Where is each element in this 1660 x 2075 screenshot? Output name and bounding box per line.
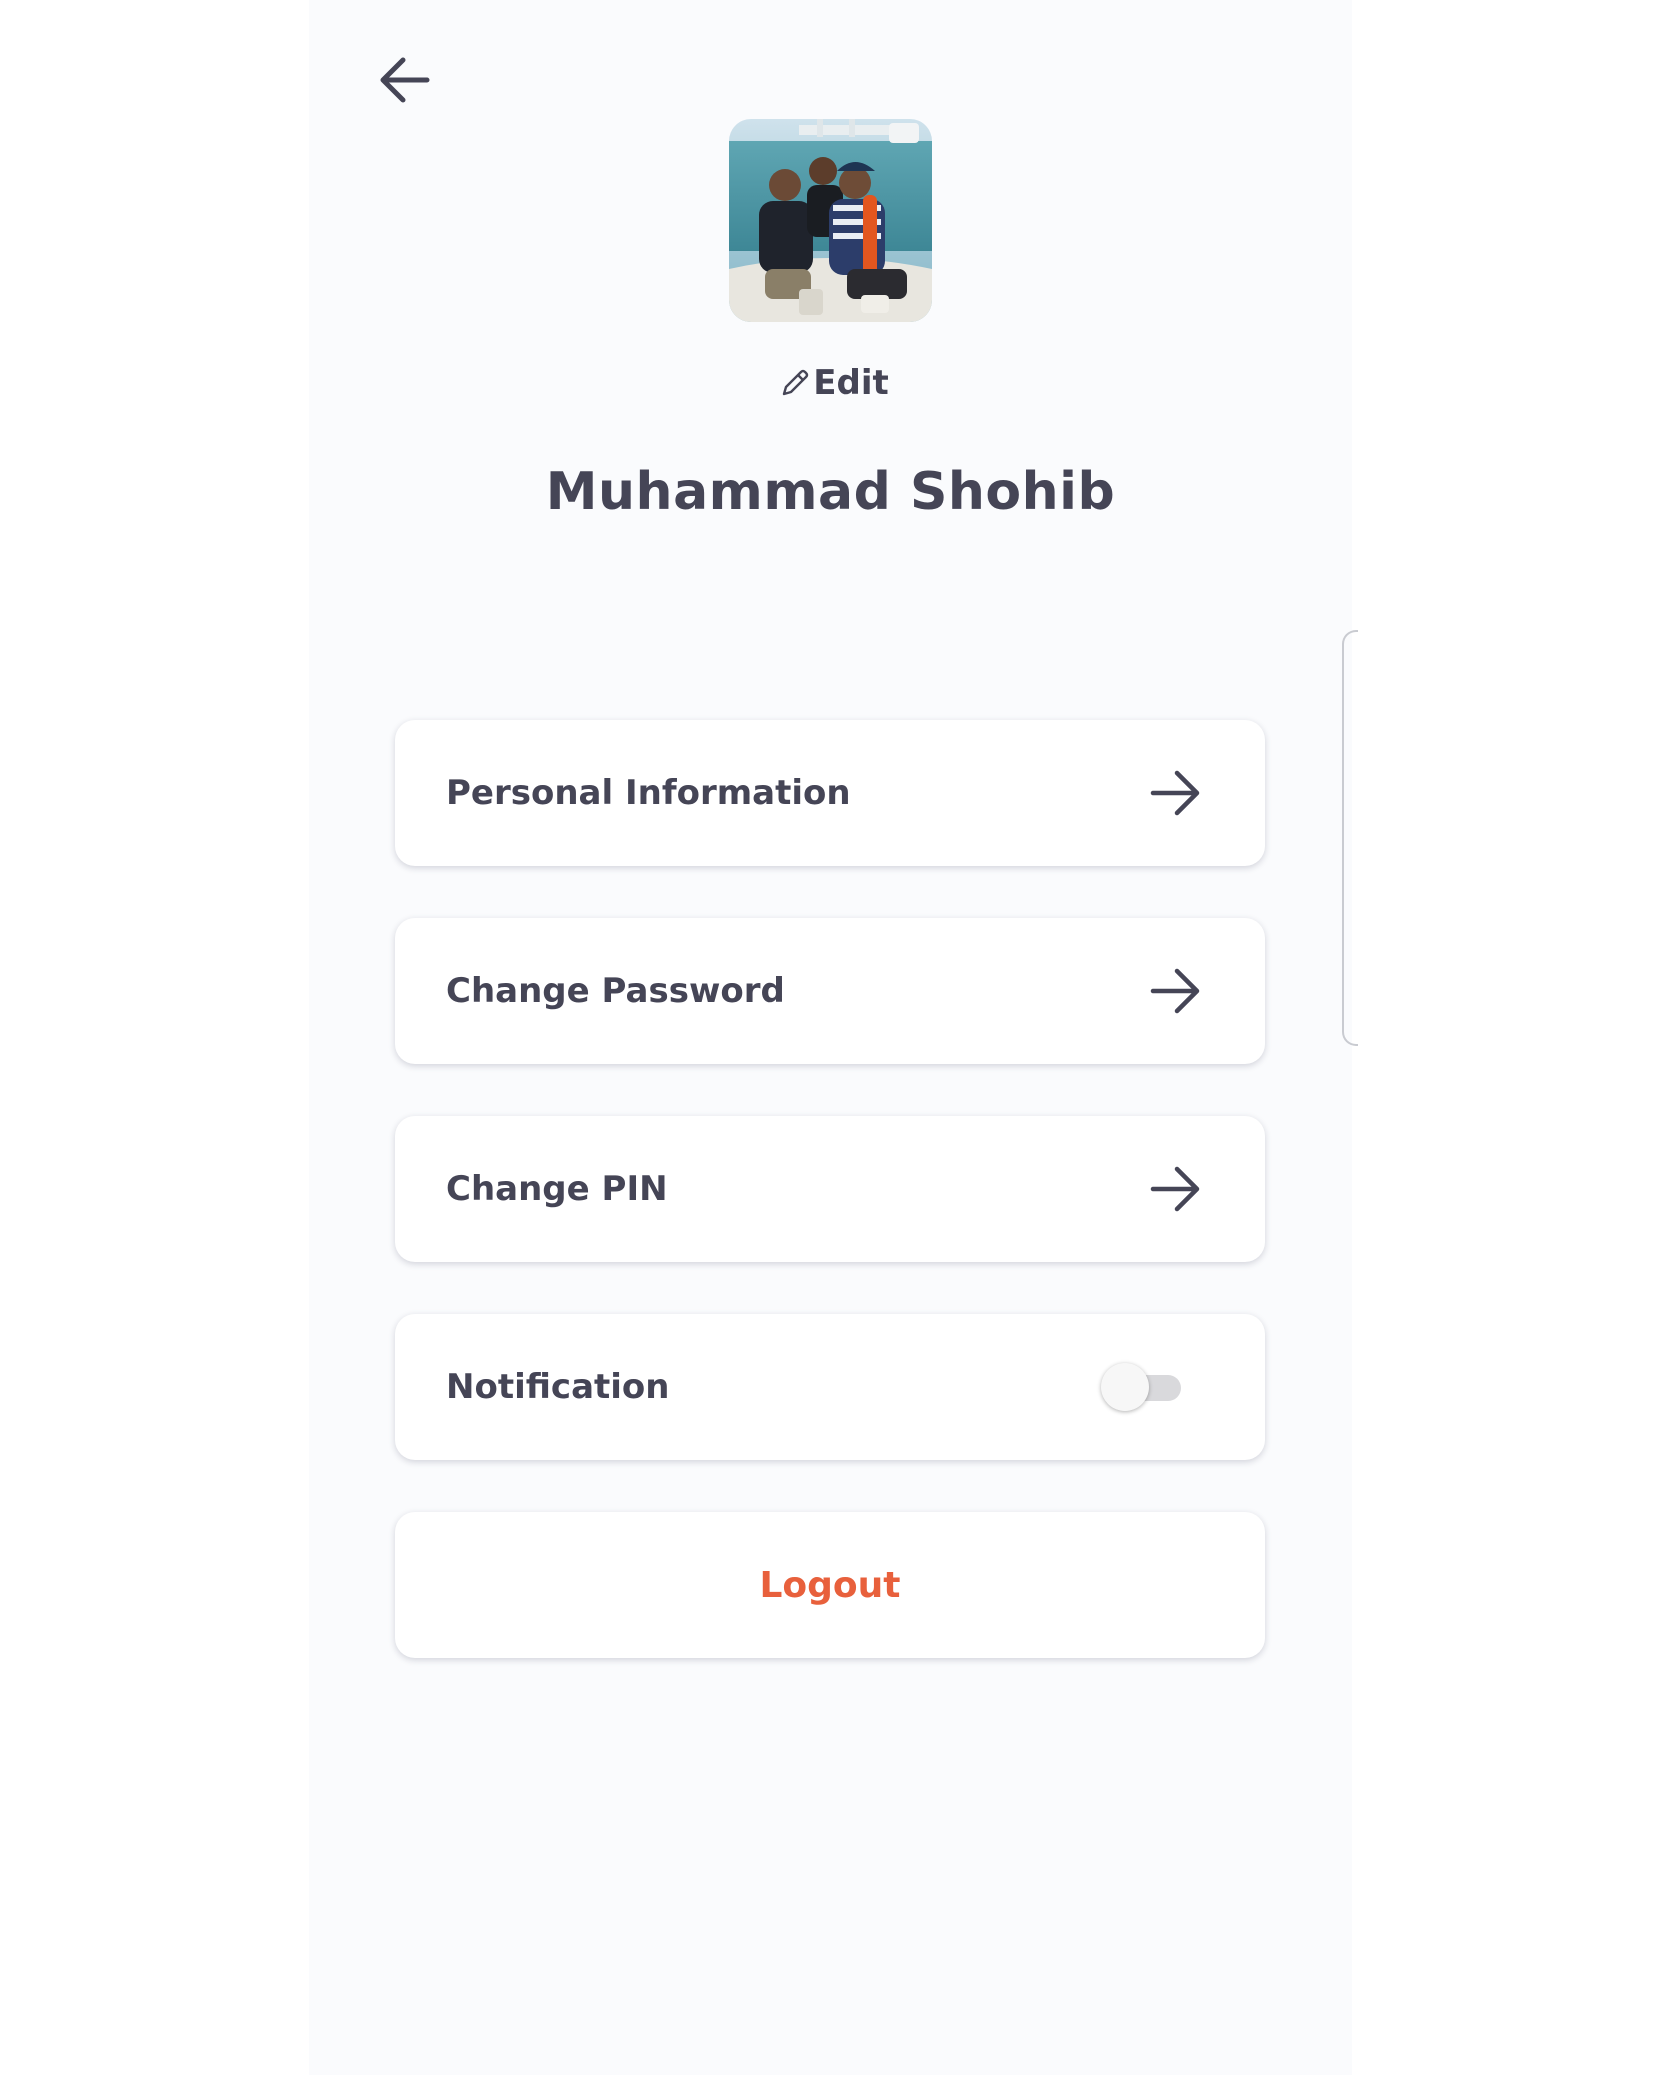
edit-photo-button[interactable]: Edit (779, 358, 889, 408)
menu-item-personal-information[interactable]: Personal Information (395, 720, 1265, 866)
avatar[interactable] (729, 119, 932, 322)
menu-item-notification: Notification (395, 1314, 1265, 1460)
logout-button[interactable]: Logout (395, 1512, 1265, 1658)
menu-item-change-pin[interactable]: Change PIN (395, 1116, 1265, 1262)
profile-page: Edit Muhammad Shohib Personal Informatio… (309, 0, 1358, 2075)
notification-toggle[interactable] (1101, 1361, 1185, 1413)
back-button[interactable] (369, 48, 439, 112)
menu-item-label: Personal Information (446, 773, 851, 813)
edit-label: Edit (813, 363, 889, 403)
arrow-left-icon (380, 57, 430, 103)
menu-item-label: Change Password (446, 971, 785, 1011)
pencil-icon (783, 369, 809, 396)
side-drawer-handle[interactable] (1342, 630, 1358, 1046)
arrow-right-icon (1150, 770, 1200, 816)
logout-label: Logout (759, 1564, 901, 1606)
menu-item-label: Notification (446, 1367, 670, 1407)
arrow-right-icon (1150, 1166, 1200, 1212)
user-name: Muhammad Shohib (545, 462, 1116, 522)
menu-item-label: Change PIN (446, 1169, 668, 1209)
menu-item-change-password[interactable]: Change Password (395, 918, 1265, 1064)
toggle-knob (1101, 1363, 1149, 1411)
arrow-right-icon (1150, 968, 1200, 1014)
